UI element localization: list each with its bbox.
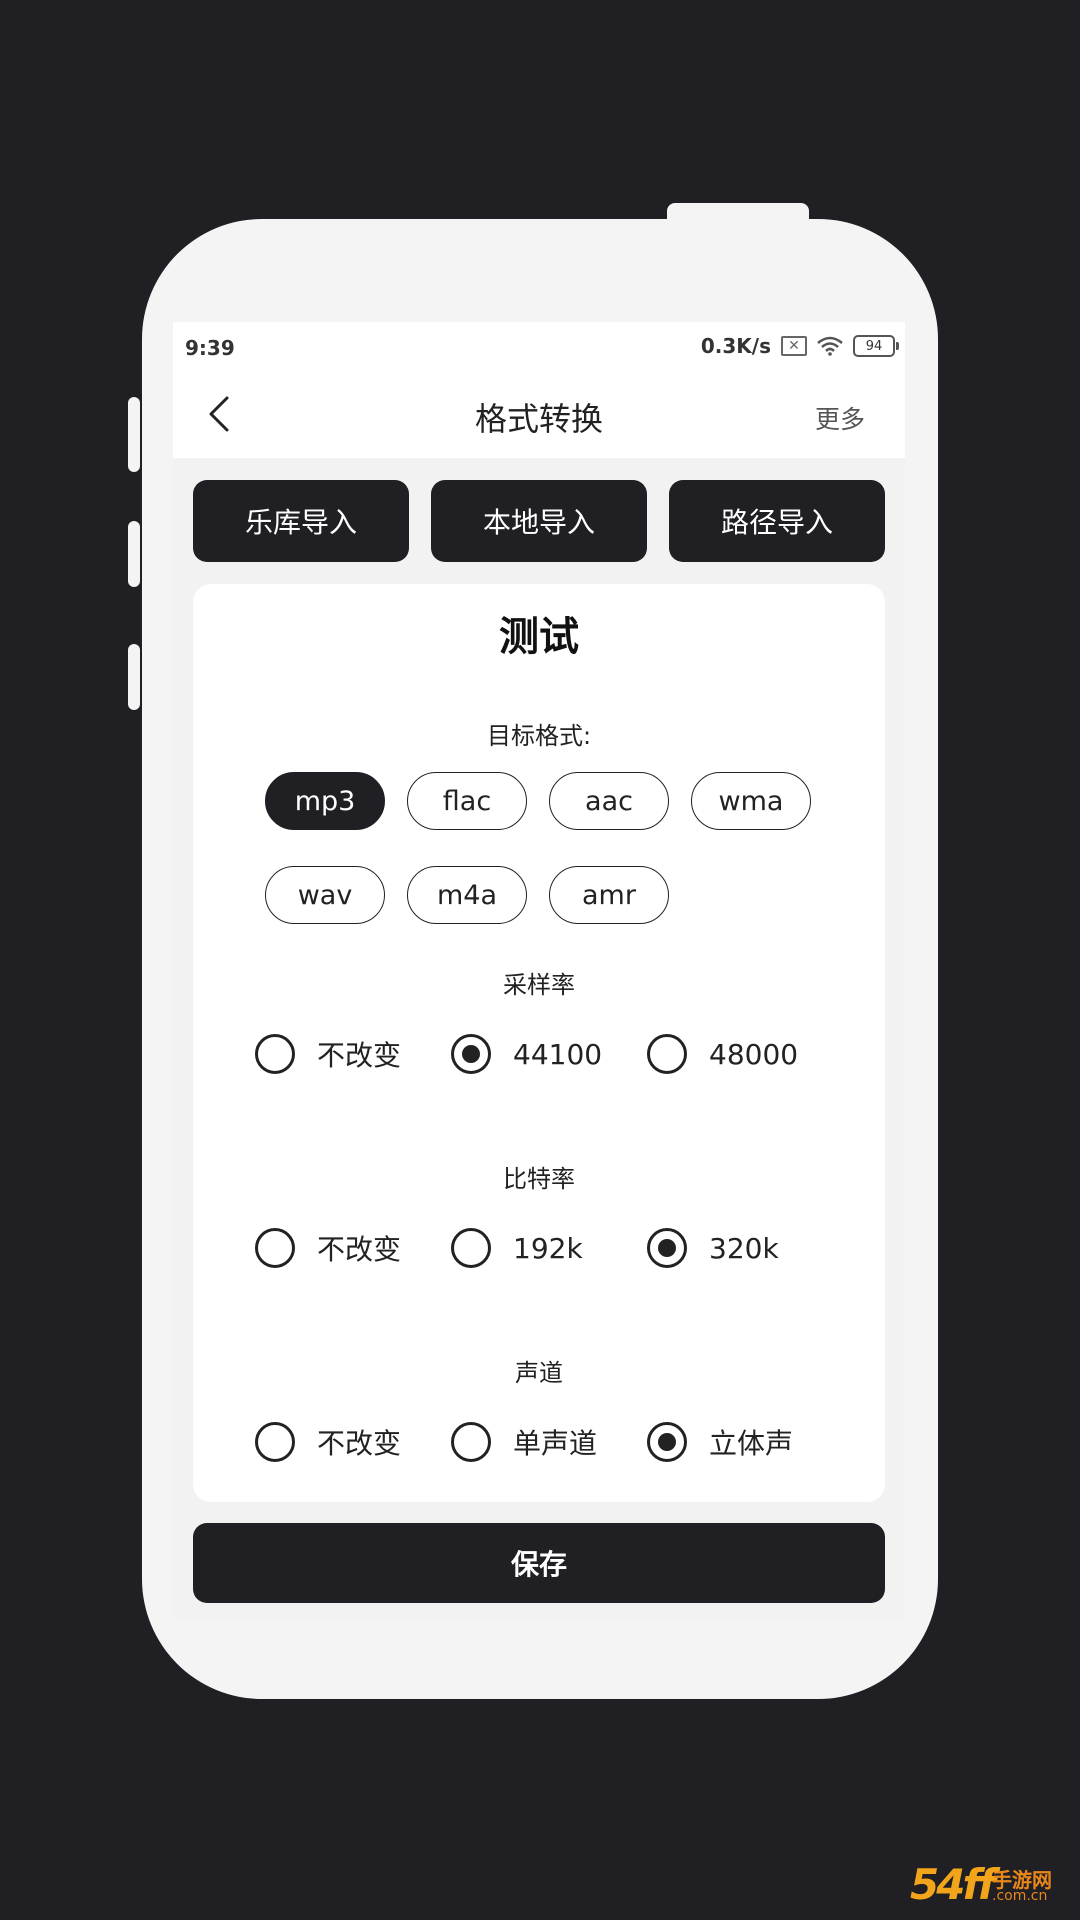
- watermark-domain: .com.cn: [992, 1888, 1048, 1904]
- format-chip-amr[interactable]: amr: [549, 866, 669, 924]
- sample-rate-label: 采样率: [503, 971, 575, 999]
- sample-rate-option-48000[interactable]: 48000: [647, 1032, 798, 1076]
- status-time: 9:39: [185, 336, 235, 360]
- radio-label: 不改变: [317, 1039, 402, 1072]
- watermark-logo-mark: 54ff: [910, 1860, 996, 1909]
- path-import-button[interactable]: 路径导入: [669, 480, 885, 562]
- import-buttons: 乐库导入 本地导入 路径导入: [193, 480, 885, 562]
- channel-option-unchanged[interactable]: 不改变: [255, 1420, 401, 1464]
- settings-card: 测试 目标格式: mp3 flac aac wma wav m4a amr 采样…: [193, 584, 885, 1502]
- save-button[interactable]: 保存: [193, 1523, 885, 1603]
- status-bar: 9:39 0.3K/s ✕ 94: [173, 322, 905, 372]
- radio-label: 立体声: [709, 1427, 794, 1460]
- radio-button[interactable]: [647, 1422, 687, 1462]
- nav-bar: 格式转换 更多: [173, 372, 905, 458]
- target-format-label: 目标格式:: [486, 722, 592, 750]
- library-import-button[interactable]: 乐库导入: [193, 480, 409, 562]
- radio-label: 不改变: [317, 1427, 402, 1460]
- wifi-icon: [817, 336, 843, 356]
- radio-button[interactable]: [255, 1034, 295, 1074]
- sample-rate-option-44100[interactable]: 44100: [451, 1032, 602, 1076]
- format-chip-wav[interactable]: wav: [265, 866, 385, 924]
- battery-level: 94: [865, 338, 883, 354]
- page-title: 格式转换: [474, 400, 603, 438]
- local-import-button[interactable]: 本地导入: [431, 480, 647, 562]
- format-chip-aac[interactable]: aac: [549, 772, 669, 830]
- bitrate-option-320k[interactable]: 320k: [647, 1226, 779, 1270]
- network-speed: 0.3K/s: [700, 334, 771, 358]
- radio-label: 320k: [709, 1231, 779, 1265]
- radio-button[interactable]: [255, 1228, 295, 1268]
- radio-label: 44100: [513, 1037, 603, 1071]
- bitrate-option-unchanged[interactable]: 不改变: [255, 1226, 401, 1270]
- phone-side-button: [128, 521, 140, 587]
- status-icons: 0.3K/s ✕ 94: [700, 334, 899, 358]
- sample-rate-option-unchanged[interactable]: 不改变: [255, 1032, 401, 1076]
- file-title: 测试: [499, 614, 579, 660]
- app-screen: 9:39 0.3K/s ✕ 94 格式转换 更多 乐库导入 本地导入 路径导入: [173, 322, 905, 1618]
- radio-label: 不改变: [317, 1233, 402, 1266]
- format-chip-wma[interactable]: wma: [691, 772, 811, 830]
- phone-side-button: [128, 644, 140, 710]
- channel-option-mono[interactable]: 单声道: [451, 1420, 597, 1464]
- radio-label: 192k: [513, 1231, 583, 1265]
- radio-button[interactable]: [647, 1034, 687, 1074]
- format-chip-mp3[interactable]: mp3: [265, 772, 385, 830]
- radio-label: 48000: [709, 1037, 799, 1071]
- radio-label: 单声道: [513, 1427, 598, 1460]
- sim-x-icon: ✕: [781, 336, 807, 356]
- radio-button[interactable]: [451, 1228, 491, 1268]
- format-chip-flac[interactable]: flac: [407, 772, 527, 830]
- channel-label: 声道: [515, 1359, 563, 1387]
- channel-option-stereo[interactable]: 立体声: [647, 1420, 793, 1464]
- radio-button[interactable]: [255, 1422, 295, 1462]
- battery-icon: 94: [853, 335, 899, 357]
- phone-side-button: [128, 397, 140, 472]
- bitrate-label: 比特率: [503, 1165, 575, 1193]
- more-button[interactable]: 更多: [815, 400, 865, 436]
- radio-button[interactable]: [647, 1228, 687, 1268]
- bitrate-option-192k[interactable]: 192k: [451, 1226, 583, 1270]
- format-chip-m4a[interactable]: m4a: [407, 866, 527, 924]
- radio-button[interactable]: [451, 1034, 491, 1074]
- radio-button[interactable]: [451, 1422, 491, 1462]
- watermark-logo: 54ff 手游网 .com.cn: [910, 1860, 1060, 1910]
